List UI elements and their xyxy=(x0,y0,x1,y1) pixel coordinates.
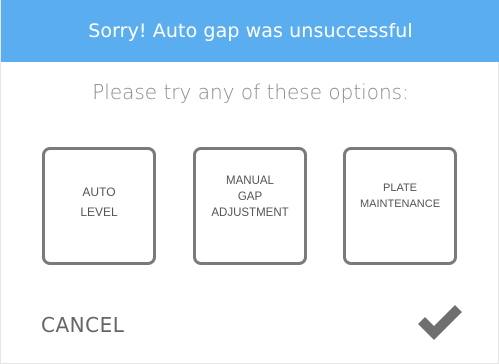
auto-level-label: AUTO LEVEL xyxy=(80,185,118,219)
confirm-button[interactable] xyxy=(415,302,465,342)
cancel-button[interactable]: CANCEL xyxy=(41,313,124,337)
dialog-title: Sorry! Auto gap was unsuccessful xyxy=(88,20,413,42)
plate-maintenance-label: PLATE MAINTENANCE xyxy=(359,182,441,210)
dialog-prompt: Please try any of these options: xyxy=(92,80,409,104)
auto-level-button[interactable]: AUTO LEVEL xyxy=(42,147,156,265)
manual-gap-adjustment-button[interactable]: MANUAL GAP ADJUSTMENT xyxy=(193,147,307,265)
manual-gap-adjustment-label: MANUAL GAP ADJUSTMENT xyxy=(211,175,289,219)
checkmark-icon xyxy=(418,305,462,340)
plate-maintenance-button[interactable]: PLATE MAINTENANCE xyxy=(343,147,457,265)
auto-gap-failure-dialog: Sorry! Auto gap was unsuccessful Please … xyxy=(0,0,499,364)
dialog-header: Sorry! Auto gap was unsuccessful xyxy=(1,0,499,62)
